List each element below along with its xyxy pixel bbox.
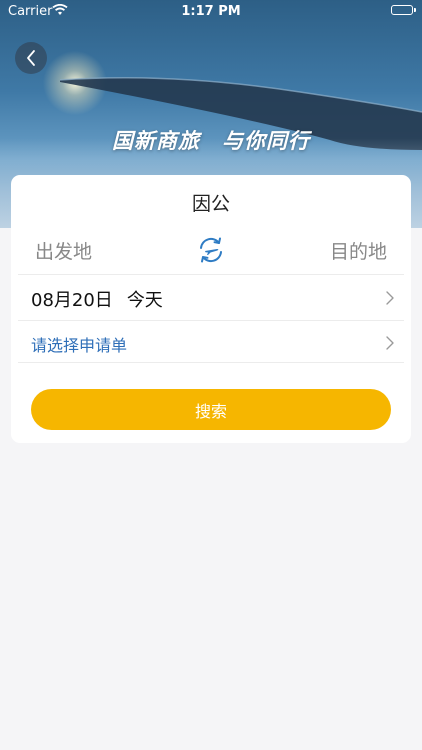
slogan: 国新商旅 与你同行 bbox=[0, 125, 422, 155]
route-selector: 出发地 目的地 bbox=[11, 233, 411, 273]
status-bar: Carrier 1:17 PM bbox=[0, 0, 422, 22]
swap-route-button[interactable] bbox=[196, 235, 226, 265]
divider bbox=[18, 274, 404, 275]
divider bbox=[18, 362, 404, 363]
trip-type-title: 因公 bbox=[191, 193, 230, 215]
date-selector-row[interactable]: 08月20日 今天 bbox=[11, 276, 411, 320]
booking-card: 因公 出发地 目的地 08月20日 今天 请选择申请单 搜索 bbox=[11, 175, 411, 443]
application-selector-row[interactable]: 请选择申请单 bbox=[11, 321, 411, 365]
back-icon bbox=[27, 50, 35, 66]
origin-field[interactable]: 出发地 bbox=[35, 237, 92, 264]
battery-icon bbox=[391, 5, 416, 15]
destination-field[interactable]: 目的地 bbox=[330, 237, 387, 264]
date-display: 08月20日 今天 bbox=[31, 286, 163, 312]
clock-time: 1:17 PM bbox=[181, 4, 241, 19]
chevron-right-icon bbox=[386, 336, 394, 350]
slogan-left: 国新商旅 bbox=[112, 129, 200, 153]
date-note: 今天 bbox=[126, 290, 163, 311]
application-prompt: 请选择申请单 bbox=[31, 336, 128, 355]
back-button[interactable] bbox=[15, 42, 47, 74]
slogan-right: 与你同行 bbox=[222, 129, 310, 153]
search-button[interactable]: 搜索 bbox=[31, 389, 391, 430]
swap-route-icon bbox=[200, 237, 222, 263]
date-value: 08月20日 bbox=[31, 290, 113, 311]
chevron-right-icon bbox=[386, 291, 394, 305]
